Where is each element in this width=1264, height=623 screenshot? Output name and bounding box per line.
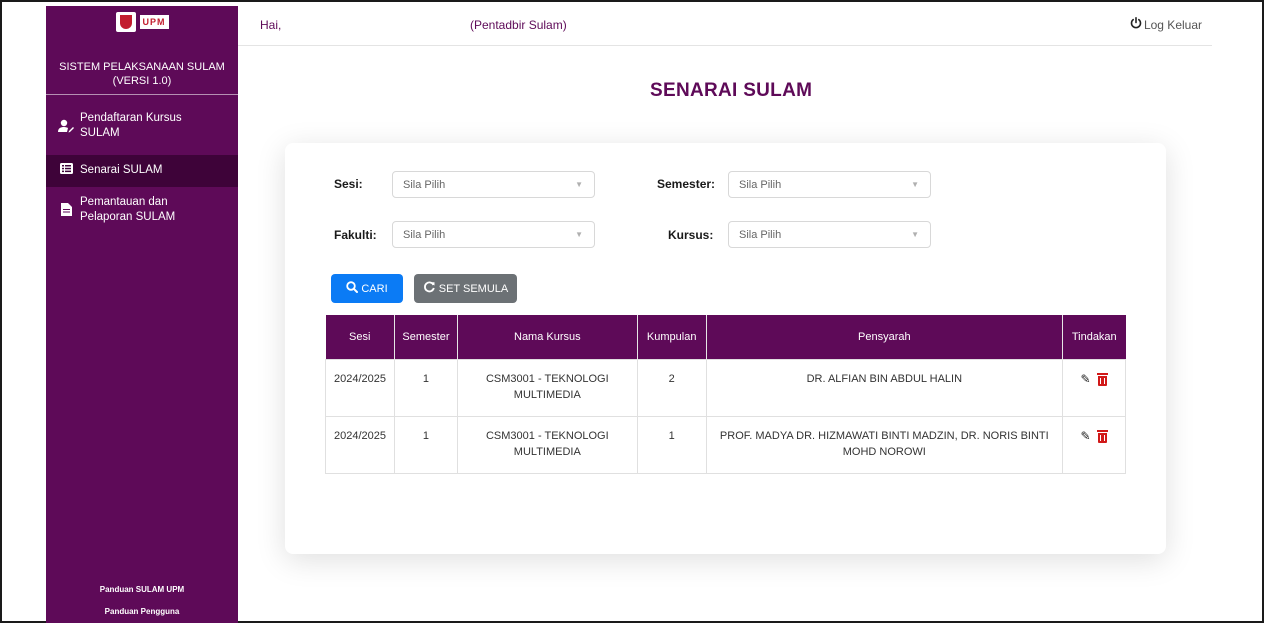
table-row: 2024/2025 1 CSM3001 - TEKNOLOGI MULTIMEDI… [325,358,1126,417]
sidebar-item-label: Senarai SULAM [80,164,163,176]
column-header-nama-kursus: Nama Kursus [456,315,638,359]
edit-icon[interactable]: ✎ [1080,372,1090,386]
table-header-row: Sesi Semester Nama Kursus Kumpulan Pensy… [325,315,1126,359]
column-header-sesi: Sesi [325,315,395,359]
table-row: 2024/2025 1 CSM3001 - TEKNOLOGI MULTIMEDI… [325,415,1126,474]
upm-crest-icon [115,12,136,32]
cell-pensyarah: DR. ALFIAN BIN ABDUL HALIN [705,358,1064,417]
cell-tindakan: ✎ [1062,358,1126,417]
cell-kumpulan: 1 [636,415,707,474]
logout-button[interactable]: Log Keluar [1130,17,1202,32]
sidebar-footer: Panduan SULAM UPM Panduan Pengguna [46,579,238,623]
file-icon [58,203,74,221]
logout-label: Log Keluar [1143,17,1202,32]
column-header-kumpulan: Kumpulan [636,315,707,359]
system-title-line1: SISTEM PELAKSANAAN SULAM [59,61,225,73]
sidebar: UPM SISTEM PELAKSANAAN SULAM (VERSI 1.0)… [46,6,238,623]
fakulti-label: Fakulti: [334,228,377,242]
reset-button[interactable]: SET SEMULA [414,274,517,303]
sidebar-item-label: Pendaftaran Kursus SULAM [80,112,182,139]
fakulti-select[interactable]: Sila Pilih ▼ [392,221,595,248]
reset-button-label: SET SEMULA [438,282,509,295]
sesi-select[interactable]: Sila Pilih ▼ [392,171,595,198]
panduan-pengguna-link[interactable]: Panduan Pengguna [46,601,238,623]
sidebar-item-senarai[interactable]: Senarai SULAM [46,155,238,187]
chevron-down-icon: ▼ [575,180,583,189]
system-title: SISTEM PELAKSANAAN SULAM (VERSI 1.0) [46,38,238,95]
semester-select-value: Sila Pilih [739,179,782,191]
trash-icon[interactable] [1096,373,1108,387]
edit-icon[interactable]: ✎ [1080,429,1090,443]
semester-select[interactable]: Sila Pilih ▼ [728,171,931,198]
sidebar-item-pendaftaran[interactable]: Pendaftaran Kursus SULAM [46,103,238,149]
panduan-sulam-link[interactable]: Panduan SULAM UPM [46,579,238,601]
list-icon [58,163,74,179]
user-role: (Pentadbir Sulam) [470,18,567,32]
sulam-table: Sesi Semester Nama Kursus Kumpulan Pensy… [325,315,1126,474]
cell-pensyarah: PROF. MADYA DR. HIZMAWATI BINTI MADZIN, … [705,415,1064,474]
search-button-label: CARI [361,282,388,295]
semester-label: Semester: [657,177,716,191]
chevron-down-icon: ▼ [911,230,919,239]
column-header-pensyarah: Pensyarah [705,315,1063,359]
cell-semester: 1 [393,358,458,417]
cell-tindakan: ✎ [1062,415,1126,474]
page-title: SENARAI SULAM [650,80,813,101]
kursus-label: Kursus: [668,228,714,242]
chevron-down-icon: ▼ [575,230,583,239]
cell-sesi: 2024/2025 [325,415,395,474]
logo-text: UPM [139,15,169,29]
column-header-semester: Semester [393,315,458,359]
sesi-select-value: Sila Pilih [403,179,446,191]
user-edit-icon [58,119,74,138]
cell-nama-kursus: CSM3001 - TEKNOLOGI MULTIMEDIA [456,358,638,417]
search-icon [346,281,359,296]
cell-semester: 1 [393,415,458,474]
cell-kumpulan: 2 [636,358,707,417]
search-button[interactable]: CARI [331,274,403,303]
cell-nama-kursus: CSM3001 - TEKNOLOGI MULTIMEDIA [456,415,638,474]
trash-icon[interactable] [1096,430,1108,444]
column-header-tindakan: Tindakan [1062,315,1126,359]
fakulti-select-value: Sila Pilih [403,229,446,241]
kursus-select[interactable]: Sila Pilih ▼ [728,221,931,248]
sesi-label: Sesi: [334,177,363,191]
top-bar: Hai, (Pentadbir Sulam) Log Keluar [238,6,1212,46]
sidebar-item-label: Pemantauan dan Pelaporan SULAM [80,196,176,223]
sidebar-item-pemantauan[interactable]: Pemantauan dan Pelaporan SULAM [46,187,238,233]
cell-sesi: 2024/2025 [325,358,395,417]
system-title-line2: (VERSI 1.0) [112,75,172,87]
kursus-select-value: Sila Pilih [739,229,782,241]
power-icon [1130,17,1142,32]
refresh-icon [423,281,436,296]
greeting: Hai, [260,18,282,32]
chevron-down-icon: ▼ [911,180,919,189]
logo: UPM [46,6,238,38]
